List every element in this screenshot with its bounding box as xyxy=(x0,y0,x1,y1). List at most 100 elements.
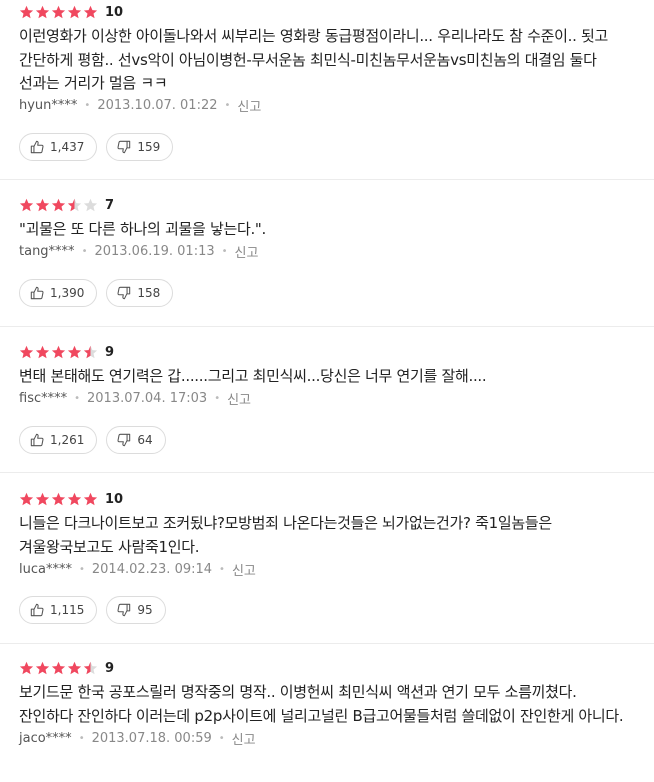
separator-dot: • xyxy=(214,393,221,404)
star-filled-icon xyxy=(83,5,98,18)
star-filled-icon xyxy=(19,492,34,505)
thumbs-down-icon xyxy=(117,286,131,299)
separator-dot: • xyxy=(81,246,88,257)
separator-dot: • xyxy=(78,732,85,744)
dislike-count: 95 xyxy=(137,603,153,617)
review-meta: jaco**** • 2013.07.18. 00:59 • 신고 xyxy=(19,728,635,748)
rating-row: 7 xyxy=(19,195,635,215)
dislike-button[interactable]: 159 xyxy=(106,132,174,161)
review-date: 2013.10.07. 01:22 xyxy=(97,98,218,113)
review-date: 2013.06.19. 01:13 xyxy=(94,244,215,259)
rating-row: 9 xyxy=(19,658,635,678)
star-filled-icon xyxy=(35,345,50,358)
review-item: 10 이런영화가 이상한 아이돌나와서 씨부리는 영화랑 동급평점이라니... … xyxy=(19,2,635,161)
review-text: 니들은 다크나이트보고 조커됬냐?모방범죄 나온다는것들은 뇌가없는건가? 죽1… xyxy=(19,514,552,556)
dislike-count: 158 xyxy=(137,285,161,300)
star-filled-icon xyxy=(35,5,50,18)
thumbs-down-icon xyxy=(117,603,131,617)
review-author: hyun**** xyxy=(19,98,78,113)
review-author: fisc**** xyxy=(19,391,68,406)
star-filled-icon xyxy=(35,661,50,674)
star-filled-icon xyxy=(19,661,34,674)
divider xyxy=(0,179,654,180)
star-filled-icon xyxy=(67,5,82,18)
vote-buttons: 1,437 159 xyxy=(19,132,635,161)
like-button[interactable]: 1,261 xyxy=(19,425,98,454)
rating-row: 10 xyxy=(19,2,635,22)
star-half-icon xyxy=(83,661,98,674)
thumbs-up-icon xyxy=(30,286,44,299)
report-link[interactable]: 신고 xyxy=(232,560,256,579)
review-date: 2014.02.23. 09:14 xyxy=(91,561,213,577)
divider xyxy=(0,326,654,327)
star-rating xyxy=(19,345,99,360)
star-filled-icon xyxy=(51,492,66,505)
dislike-button[interactable]: 95 xyxy=(106,596,166,624)
dislike-count: 64 xyxy=(137,432,153,447)
separator-dot: • xyxy=(218,732,225,744)
like-count: 1,390 xyxy=(50,285,85,300)
review-item: 9 변태 본태해도 연기력은 갑......그리고 최민식씨...당신은 너무 … xyxy=(19,342,635,454)
thumbs-down-icon xyxy=(117,140,131,153)
report-link[interactable]: 신고 xyxy=(237,96,261,115)
review-date: 2013.07.04. 17:03 xyxy=(87,391,208,406)
like-count: 1,115 xyxy=(50,603,85,617)
separator-dot: • xyxy=(224,100,231,111)
dislike-button[interactable]: 64 xyxy=(106,425,166,454)
star-filled-icon xyxy=(51,198,66,211)
report-link[interactable]: 신고 xyxy=(235,242,259,261)
star-filled-icon xyxy=(51,5,66,18)
vote-buttons: 1,261 64 xyxy=(19,425,635,454)
thumbs-up-icon xyxy=(30,433,44,446)
star-rating xyxy=(19,198,99,213)
star-empty-icon xyxy=(83,198,98,211)
rating-score: 9 xyxy=(105,344,115,360)
review-meta: fisc**** • 2013.07.04. 17:03 • 신고 xyxy=(19,389,635,409)
review-author: luca**** xyxy=(19,561,72,577)
review-author: jaco**** xyxy=(19,730,72,746)
rating-score: 10 xyxy=(105,491,124,507)
review-meta: tang**** • 2013.06.19. 01:13 • 신고 xyxy=(19,242,635,262)
review-text: 보기드문 한국 공포스릴러 명작중의 명작.. 이병헌씨 최민식씨 액션과 연기… xyxy=(19,683,624,725)
like-button[interactable]: 1,437 xyxy=(19,132,98,161)
dislike-button[interactable]: 158 xyxy=(106,278,174,307)
review-item: 10 니들은 다크나이트보고 조커됬냐?모방범죄 나온다는것들은 뇌가없는건가?… xyxy=(19,489,635,624)
like-button[interactable]: 1,390 xyxy=(19,278,98,307)
report-link[interactable]: 신고 xyxy=(232,729,256,748)
star-half-icon xyxy=(67,198,82,211)
star-rating xyxy=(19,661,99,676)
thumbs-down-icon xyxy=(117,433,131,446)
star-filled-icon xyxy=(19,5,34,18)
rating-row: 9 xyxy=(19,342,635,362)
review-meta: luca**** • 2014.02.23. 09:14 • 신고 xyxy=(19,559,635,579)
separator-dot: • xyxy=(74,393,81,404)
separator-dot: • xyxy=(84,100,91,111)
separator-dot: • xyxy=(219,563,225,575)
separator-dot: • xyxy=(78,563,85,575)
review-date: 2013.07.18. 00:59 xyxy=(91,730,212,746)
star-filled-icon xyxy=(35,492,50,505)
like-count: 1,261 xyxy=(50,432,85,447)
review-item: 9 보기드문 한국 공포스릴러 명작중의 명작.. 이병헌씨 최민식씨 액션과 … xyxy=(19,658,635,748)
star-filled-icon xyxy=(67,661,82,674)
star-filled-icon xyxy=(67,492,82,505)
star-filled-icon xyxy=(67,345,82,358)
star-filled-icon xyxy=(51,661,66,674)
star-filled-icon xyxy=(51,345,66,358)
report-link[interactable]: 신고 xyxy=(227,389,251,408)
thumbs-up-icon xyxy=(30,603,44,617)
star-rating xyxy=(19,5,99,20)
star-filled-icon xyxy=(19,345,34,358)
review-text: 이런영화가 이상한 아이돌나와서 씨부리는 영화랑 동급평점이라니... 우리나… xyxy=(19,27,609,92)
rating-score: 9 xyxy=(105,660,115,676)
dislike-count: 159 xyxy=(137,139,161,154)
divider xyxy=(0,472,654,473)
star-filled-icon xyxy=(19,198,34,211)
rating-row: 10 xyxy=(19,489,635,509)
review-item: 7 "괴물은 또 다른 하나의 괴물을 낳는다.". tang**** • 20… xyxy=(19,195,635,307)
star-filled-icon xyxy=(83,492,98,505)
divider xyxy=(0,643,654,644)
review-author: tang**** xyxy=(19,244,75,259)
review-text: "괴물은 또 다른 하나의 괴물을 낳는다.". xyxy=(19,220,266,238)
like-button[interactable]: 1,115 xyxy=(19,596,98,624)
